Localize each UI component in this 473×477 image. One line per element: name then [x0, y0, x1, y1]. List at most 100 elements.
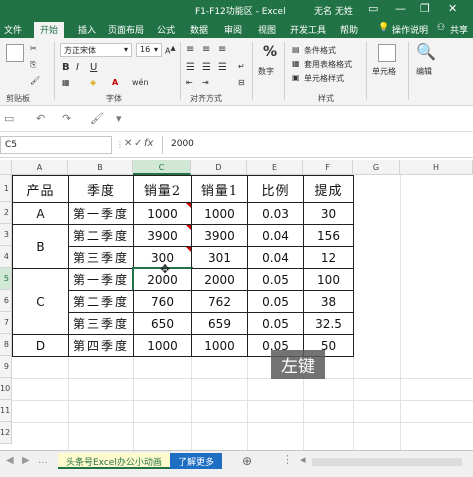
- tab-file[interactable]: 文件: [4, 23, 22, 36]
- undo-icon[interactable]: ↶: [36, 112, 45, 125]
- font-name-select[interactable]: 方正宋体 ▾: [60, 43, 132, 57]
- tell-me-search[interactable]: 操作说明: [392, 23, 428, 36]
- tab-view[interactable]: 视图: [258, 23, 276, 36]
- scroll-left-icon[interactable]: ◂: [300, 453, 306, 466]
- sheet-tab-active[interactable]: 头条号Excel办公小动画: [58, 453, 170, 469]
- cut-icon[interactable]: ✂: [30, 44, 37, 53]
- merge-center-icon[interactable]: ⊟: [238, 78, 245, 87]
- phonetic-icon[interactable]: wén: [132, 78, 149, 87]
- table-cell-product[interactable]: A: [12, 202, 69, 225]
- row-header[interactable]: 6: [0, 290, 12, 312]
- row-header[interactable]: 8: [0, 334, 12, 356]
- more-sheets-icon[interactable]: …: [38, 455, 48, 466]
- tab-help[interactable]: 帮助: [340, 23, 358, 36]
- font-color-icon[interactable]: A: [112, 78, 118, 87]
- table-cell-quarter[interactable]: 第三季度: [68, 312, 134, 335]
- sheet-next-icon[interactable]: ▶: [22, 455, 30, 466]
- percent-icon[interactable]: %: [263, 44, 277, 60]
- font-size-select[interactable]: 16 ▾: [136, 43, 162, 57]
- wrap-text-icon[interactable]: ↵: [238, 62, 245, 71]
- redo-icon[interactable]: ↷: [62, 112, 71, 125]
- maximize-icon[interactable]: ❐: [420, 2, 430, 15]
- qat-customize-icon[interactable]: ▾: [116, 112, 122, 125]
- format-as-table-button[interactable]: 套用表格格式: [304, 59, 352, 70]
- row-header[interactable]: 5: [0, 268, 12, 290]
- italic-icon[interactable]: I: [76, 62, 79, 73]
- table-cell-sales1[interactable]: 3900: [191, 224, 248, 247]
- minimize-icon[interactable]: —: [395, 2, 406, 15]
- conditional-format-button[interactable]: 条件格式: [304, 45, 336, 56]
- column-header-e[interactable]: E: [247, 160, 303, 175]
- table-cell-sales2[interactable]: 650: [133, 312, 192, 335]
- table-cell-product[interactable]: B: [12, 224, 69, 269]
- name-box[interactable]: C5: [0, 136, 112, 154]
- paste-icon[interactable]: [6, 44, 24, 62]
- ribbon-display-icon[interactable]: ▭: [368, 2, 378, 15]
- table-cell-sales1[interactable]: 1000: [191, 334, 248, 357]
- row-header[interactable]: 9: [0, 356, 12, 378]
- insert-function-icon[interactable]: fx: [144, 138, 153, 149]
- close-icon[interactable]: ✕: [448, 2, 457, 15]
- tab-insert[interactable]: 插入: [78, 23, 96, 36]
- share-icon[interactable]: ⚇: [437, 23, 445, 33]
- table-cell-sales1[interactable]: 2000: [191, 268, 248, 291]
- tab-data[interactable]: 数据: [190, 23, 208, 36]
- align-center-icon[interactable]: ☰: [202, 62, 211, 73]
- find-icon[interactable]: 🔍: [416, 42, 436, 61]
- table-cell-bonus[interactable]: 30: [303, 202, 354, 225]
- row-header[interactable]: 11: [0, 400, 12, 422]
- column-header-c[interactable]: C: [133, 160, 191, 175]
- row-header[interactable]: 3: [0, 224, 12, 246]
- row-header[interactable]: 4: [0, 246, 12, 268]
- align-right-icon[interactable]: ☰: [218, 62, 227, 73]
- number-format-button[interactable]: 数字: [258, 66, 274, 77]
- table-cell-sales1[interactable]: 301: [191, 246, 248, 269]
- table-cell-ratio[interactable]: 0.05: [247, 268, 304, 291]
- table-cell-product[interactable]: D: [12, 334, 69, 357]
- table-cell-sales2[interactable]: 1000: [133, 334, 192, 357]
- table-header-sales1[interactable]: 销量1: [191, 175, 248, 203]
- table-cell-bonus[interactable]: 100: [303, 268, 354, 291]
- tab-home[interactable]: 开始: [34, 22, 65, 38]
- align-top-icon[interactable]: ≡: [186, 44, 194, 55]
- editing-button[interactable]: 编辑: [416, 66, 432, 77]
- table-cell-ratio[interactable]: 0.05: [247, 312, 304, 335]
- cell-styles-button[interactable]: 单元格样式: [304, 73, 344, 84]
- format-painter-icon[interactable]: 🖌: [90, 112, 104, 125]
- table-cell-ratio[interactable]: 0.04: [247, 246, 304, 269]
- row-header[interactable]: 10: [0, 378, 12, 400]
- underline-icon[interactable]: U: [90, 62, 97, 73]
- increase-indent-icon[interactable]: ⇥: [202, 78, 209, 87]
- row-header[interactable]: 7: [0, 312, 12, 334]
- table-cell-sales2[interactable]: 760: [133, 290, 192, 313]
- copy-icon[interactable]: ⎘: [30, 60, 36, 70]
- sheet-options-icon[interactable]: ⋮: [282, 453, 293, 466]
- enter-icon[interactable]: ✓: [134, 138, 142, 149]
- row-header[interactable]: 12: [0, 422, 12, 444]
- table-cell-bonus[interactable]: 32.5: [303, 312, 354, 335]
- select-all-corner[interactable]: [0, 160, 12, 175]
- column-header-b[interactable]: B: [68, 160, 133, 175]
- table-cell-bonus[interactable]: 156: [303, 224, 354, 247]
- comment-indicator-icon[interactable]: [186, 225, 191, 230]
- align-middle-icon[interactable]: ≡: [202, 44, 210, 55]
- table-cell-sales1[interactable]: 659: [191, 312, 248, 335]
- column-header-d[interactable]: D: [191, 160, 247, 175]
- table-header-bonus[interactable]: 提成: [303, 175, 354, 203]
- align-left-icon[interactable]: ☰: [186, 62, 195, 73]
- table-cell-quarter[interactable]: 第二季度: [68, 224, 134, 247]
- save-icon[interactable]: ▭: [4, 112, 14, 125]
- sheet-tab-more[interactable]: 了解更多: [170, 453, 223, 469]
- row-header[interactable]: 2: [0, 202, 12, 224]
- formula-input[interactable]: 2000: [162, 136, 473, 154]
- format-painter-icon[interactable]: 🖌: [30, 76, 40, 85]
- bold-icon[interactable]: B: [62, 62, 70, 73]
- table-cell-quarter[interactable]: 第一季度: [68, 202, 134, 225]
- table-header-quarter[interactable]: 季度: [68, 175, 134, 203]
- fill-color-icon[interactable]: ◈: [90, 78, 96, 87]
- tab-review[interactable]: 审阅: [224, 23, 242, 36]
- table-cell-sales1[interactable]: 762: [191, 290, 248, 313]
- user-name[interactable]: 无名 无姓: [314, 4, 353, 17]
- table-cell-quarter[interactable]: 第一季度: [68, 268, 134, 291]
- table-cell-sales2[interactable]: 1000: [133, 202, 192, 225]
